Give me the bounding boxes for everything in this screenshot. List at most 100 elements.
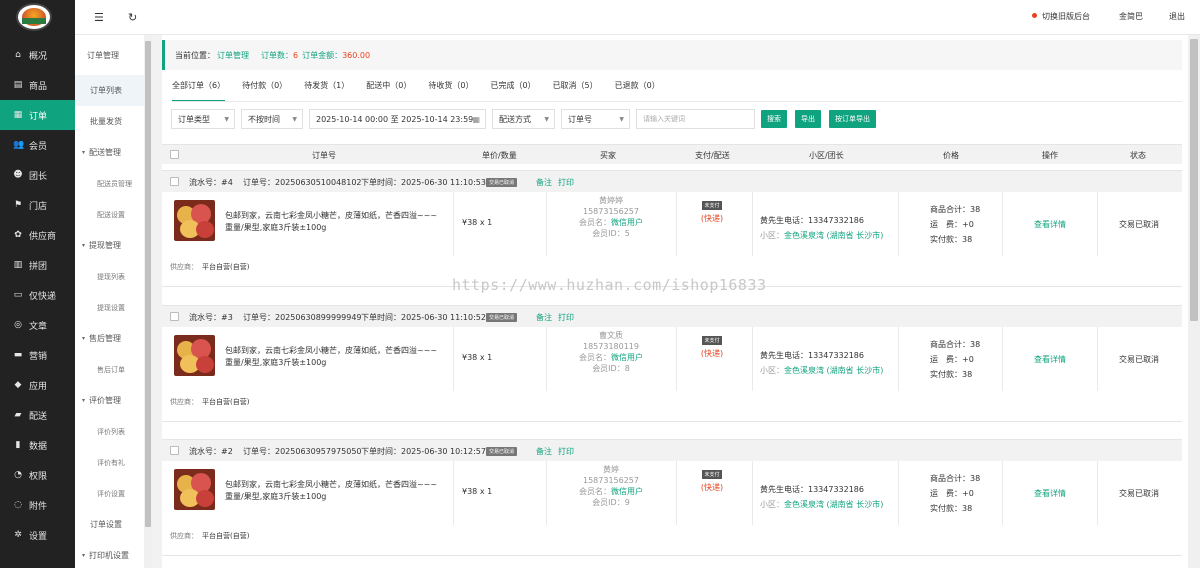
subnav-withdraw-list[interactable]: 提现列表 — [75, 261, 144, 292]
product-desc[interactable]: 包邮到家，云南七彩金凤小糖芒，皮薄如纸，芒香四溢~~~重量/果型,家庭3斤装±1… — [225, 210, 445, 234]
nav-item-0[interactable]: ⌂ 概况 — [0, 40, 75, 70]
export-button[interactable]: 导出 — [795, 110, 821, 128]
order-status-tabs: 全部订单（6） 待付款（0） 待发货（1） 配送中（0） 待收货（0） 已完成（0） 已取消… — [172, 80, 677, 102]
subnav-aftersale-group[interactable]: ▾ 售后管理 — [75, 323, 144, 354]
pay-status-tag: 未支付 — [702, 201, 722, 210]
red-dot-icon — [1032, 13, 1037, 18]
brand-logo[interactable] — [16, 3, 52, 31]
tab-7[interactable]: 已退款（0） — [615, 80, 660, 102]
order-checkbox[interactable] — [170, 177, 179, 186]
remark-link[interactable]: 备注 — [536, 177, 552, 188]
time-type-select[interactable]: 不按时间 ▼ — [241, 109, 303, 129]
community-name[interactable]: 金色溪泉湾 (湖南省 长沙市) — [784, 500, 883, 509]
print-link[interactable]: 打印 — [558, 177, 574, 188]
nav-item-12[interactable]: ▰ 配送 — [0, 400, 75, 430]
member-name[interactable]: 微信用户 — [611, 487, 643, 496]
nav-item-label: 权限 — [29, 471, 48, 482]
order-checkbox[interactable] — [170, 312, 179, 321]
order-type-select[interactable]: 订单类型 ▼ — [171, 109, 235, 129]
nav-item-14[interactable]: ◔ 权限 — [0, 460, 75, 490]
subnav-review-settings[interactable]: 评价设置 — [75, 478, 144, 509]
remark-link[interactable]: 备注 — [536, 446, 552, 457]
nav-item-13[interactable]: ▮ 数据 — [0, 430, 75, 460]
order-checkbox[interactable] — [170, 446, 179, 455]
view-detail-link[interactable]: 查看详情 — [1034, 219, 1066, 230]
date-range-input[interactable]: 2025-10-14 00:00 至 2025-10-14 23:59 ▦ — [309, 109, 486, 129]
subnav-printer-settings[interactable]: ▾ 打印机设置 — [75, 540, 144, 568]
nav-item-6[interactable]: ✿ 供应商 — [0, 220, 75, 250]
subnav-courier-mgmt[interactable]: 配送员管理 — [75, 168, 144, 199]
col-buyer: 买家 — [600, 151, 616, 160]
supplier-line: 供应商： 平台自营(自营) — [170, 531, 249, 541]
tab-4[interactable]: 待收货（0） — [428, 80, 473, 102]
sub-sidebar-scrollbar[interactable] — [144, 35, 152, 568]
tab-1[interactable]: 待付款（0） — [242, 80, 287, 102]
subnav-delivery-settings[interactable]: 配送设置 — [75, 199, 144, 230]
switch-old-admin-link[interactable]: 切换旧版后台 — [1032, 11, 1090, 22]
print-link[interactable]: 打印 — [558, 446, 574, 457]
nav-item-11[interactable]: ◆ 应用 — [0, 370, 75, 400]
member-name[interactable]: 微信用户 — [611, 218, 643, 227]
subnav-review-gift[interactable]: 评价有礼 — [75, 447, 144, 478]
subnav-withdraw-group[interactable]: ▾ 提现管理 — [75, 230, 144, 261]
nav-item-9[interactable]: ◎ 文章 — [0, 310, 75, 340]
nav-item-3[interactable]: 👥 会员 — [0, 130, 75, 160]
community-name[interactable]: 金色溪泉湾 (湖南省 长沙市) — [784, 366, 883, 375]
logout-link[interactable]: 退出 — [1169, 11, 1185, 22]
tab-5[interactable]: 已完成（0） — [490, 80, 535, 102]
chevron-down-icon: ▼ — [292, 116, 297, 123]
nav-item-16[interactable]: ✲ 设置 — [0, 520, 75, 550]
nav-item-1[interactable]: ▤ 商品 — [0, 70, 75, 100]
product-image[interactable] — [174, 335, 215, 376]
tab-6[interactable]: 已取消（5） — [553, 80, 598, 102]
product-desc[interactable]: 包邮到家，云南七彩金凤小糖芒，皮薄如纸，芒香四溢~~~重量/果型,家庭3斤装±1… — [225, 479, 445, 503]
nav-item-7[interactable]: ▥ 拼团 — [0, 250, 75, 280]
tab-3[interactable]: 配送中（0） — [366, 80, 411, 102]
nav-item-label: 文章 — [29, 321, 48, 332]
subnav-order-list[interactable]: 订单列表 — [75, 75, 144, 106]
search-field-select[interactable]: 订单号 ▼ — [561, 109, 630, 129]
crumb-location[interactable]: 订单管理 — [217, 50, 249, 61]
remark-link[interactable]: 备注 — [536, 312, 552, 323]
member-name[interactable]: 微信用户 — [611, 353, 643, 362]
nav-item-10[interactable]: ▬ 营销 — [0, 340, 75, 370]
subnav-review-group[interactable]: ▾ 评价管理 — [75, 385, 144, 416]
subnav-batch-ship[interactable]: 批量发货 — [75, 106, 144, 137]
view-detail-link[interactable]: 查看详情 — [1034, 354, 1066, 365]
subnav-delivery-group[interactable]: ▾ 配送管理 — [75, 137, 144, 168]
subnav-review-list[interactable]: 评价列表 — [75, 416, 144, 447]
export-by-order-button[interactable]: 按订单导出 — [829, 110, 876, 128]
page-scrollbar[interactable] — [1188, 35, 1200, 568]
nav-item-5[interactable]: ⚑ 门店 — [0, 190, 75, 220]
subnav-withdraw-settings[interactable]: 提现设置 — [75, 292, 144, 323]
pay-delivery: 未支付 (快递) — [700, 200, 724, 224]
collapse-menu-icon[interactable]: ☰ — [94, 11, 104, 24]
product-desc[interactable]: 包邮到家，云南七彩金凤小糖芒，皮薄如纸，芒香四溢~~~重量/果型,家庭3斤装±1… — [225, 345, 445, 369]
nav-item-4[interactable]: ☻ 团长 — [0, 160, 75, 190]
keyword-input[interactable]: 请输入关键词 — [636, 109, 755, 129]
nav-item-15[interactable]: ◌ 附件 — [0, 490, 75, 520]
search-button[interactable]: 搜索 — [761, 110, 787, 128]
select-all-checkbox[interactable] — [170, 150, 179, 159]
view-detail-link[interactable]: 查看详情 — [1034, 488, 1066, 499]
print-link[interactable]: 打印 — [558, 312, 574, 323]
member-id: 会员ID：5 — [592, 229, 630, 238]
tab-2[interactable]: 待发货（1） — [304, 80, 349, 102]
goods-icon: ▤ — [13, 80, 23, 90]
product-image[interactable] — [174, 469, 215, 510]
tab-0[interactable]: 全部订单（6） — [172, 80, 226, 102]
subnav-aftersale-order[interactable]: 售后订单 — [75, 354, 144, 385]
delivery-mode-select[interactable]: 配送方式 ▼ — [492, 109, 555, 129]
nav-item-8[interactable]: ▭ 仅快递 — [0, 280, 75, 310]
buyer-phone: 18573180119 — [583, 342, 639, 351]
nav-item-label: 应用 — [29, 381, 48, 392]
price-summary: 商品合计：38 运 费：+0 实付款：38 — [930, 202, 980, 247]
product-image[interactable] — [174, 200, 215, 241]
buyer-phone: 15873156257 — [583, 207, 639, 216]
subnav-order-settings[interactable]: 订单设置 — [75, 509, 144, 540]
community-name[interactable]: 金色溪泉湾 (湖南省 长沙市) — [784, 231, 883, 240]
user-name[interactable]: 金简巴 — [1119, 11, 1143, 22]
nav-item-2[interactable]: ▦ 订单 — [0, 100, 75, 130]
refresh-icon[interactable]: ↻ — [128, 11, 137, 24]
status-badge: 交易已取消 — [486, 178, 518, 187]
